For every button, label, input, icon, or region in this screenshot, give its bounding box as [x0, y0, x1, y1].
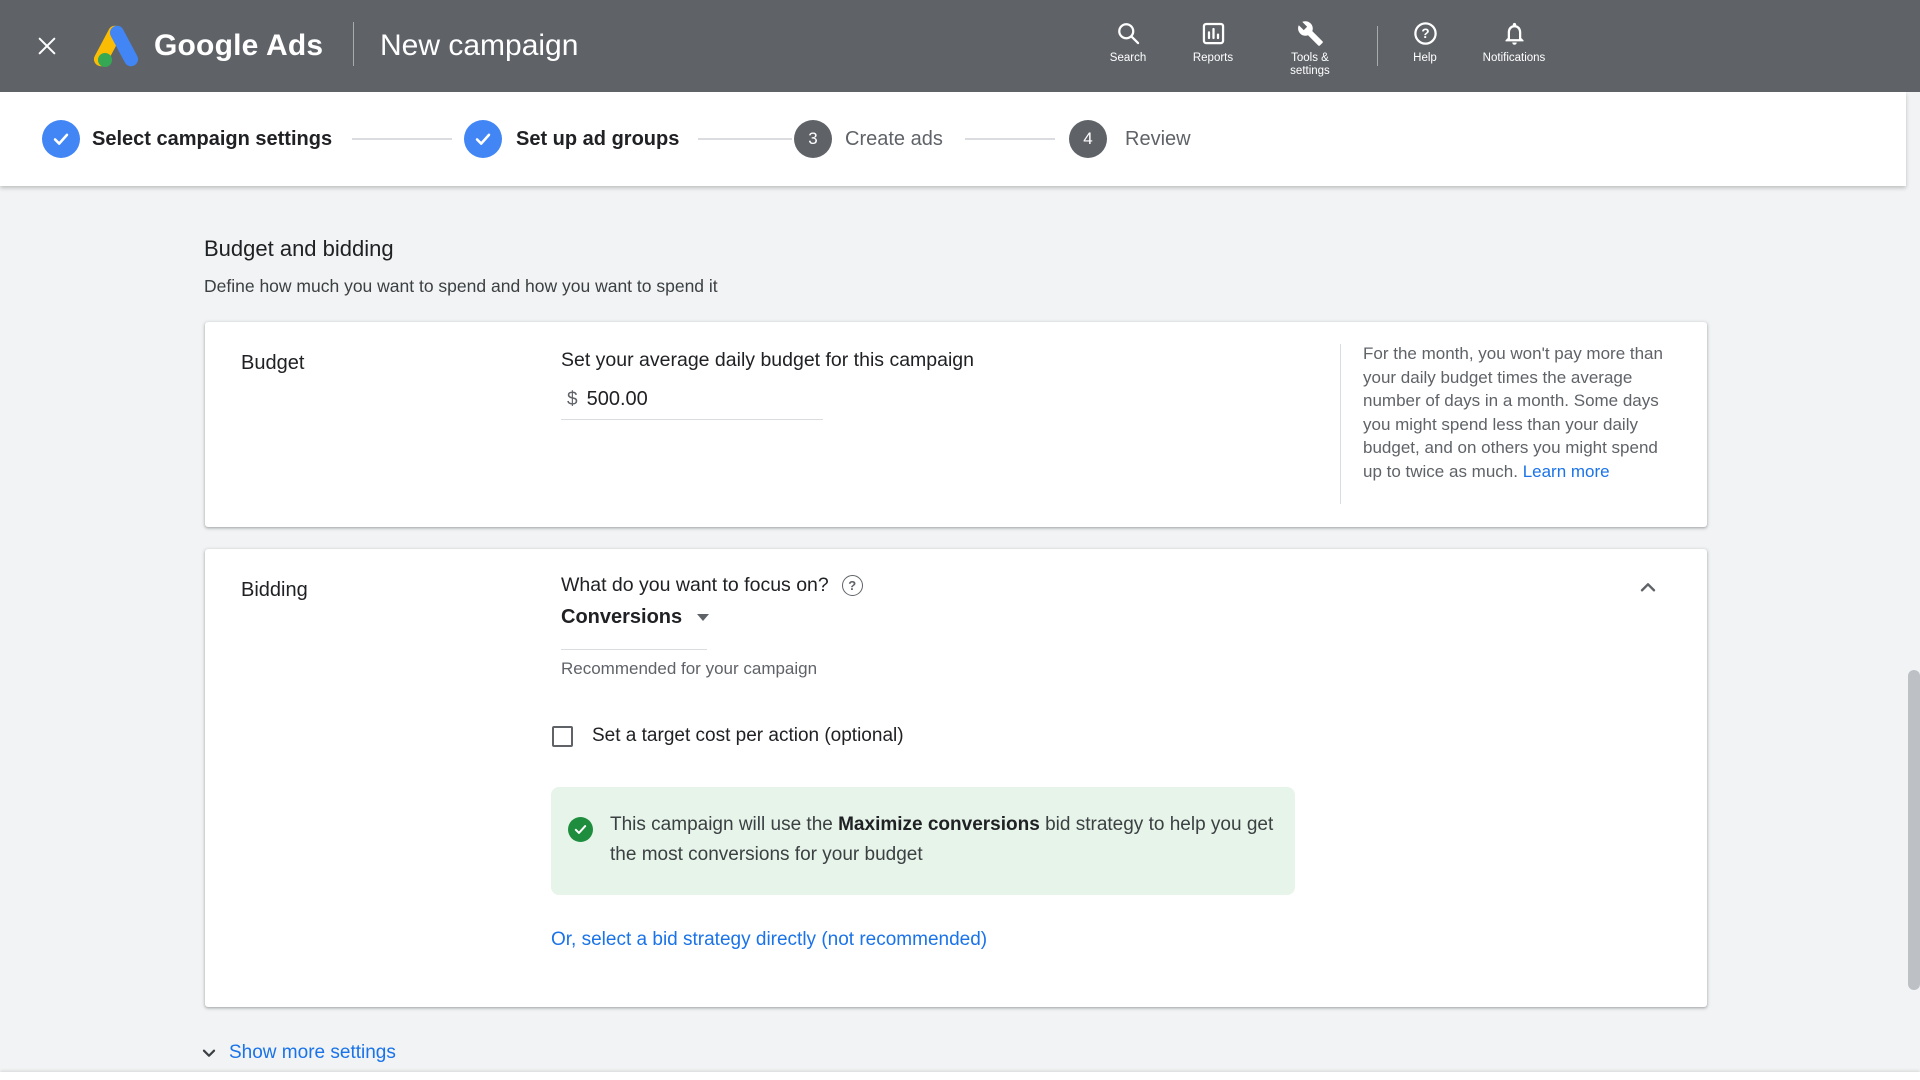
budget-card: Budget Set your average daily budget for…	[205, 322, 1707, 527]
notifications-label: Notifications	[1483, 52, 1546, 65]
reports-button[interactable]: Reports	[1178, 20, 1248, 65]
chevron-down-icon	[697, 614, 709, 621]
target-cpa-label: Set a target cost per action (optional)	[592, 725, 904, 747]
section-subtitle: Define how much you want to spend and ho…	[204, 276, 718, 297]
reports-icon	[1200, 20, 1227, 47]
callout-text-before: This campaign will use the	[610, 814, 838, 835]
focus-dropdown[interactable]: Conversions	[561, 606, 709, 629]
step-2-done-icon[interactable]	[464, 120, 502, 158]
bidding-card: Bidding What do you want to focus on? ? …	[205, 549, 1707, 1007]
step-3-label[interactable]: Create ads	[845, 125, 943, 153]
select-bid-strategy-link[interactable]: Or, select a bid strategy directly (not …	[551, 929, 987, 951]
daily-budget-input[interactable]	[587, 388, 787, 411]
help-label: Help	[1413, 52, 1437, 65]
bottom-bar	[0, 1072, 1920, 1080]
step-connector	[965, 138, 1055, 140]
target-cpa-checkbox[interactable]	[552, 726, 573, 747]
help-button[interactable]: ? Help	[1390, 20, 1460, 65]
google-ads-logo-icon	[92, 25, 140, 67]
step-3-number-icon[interactable]: 3	[794, 120, 832, 158]
campaign-stepper: Select campaign settings Set up ad group…	[0, 92, 1906, 186]
notifications-button[interactable]: Notifications	[1468, 20, 1560, 65]
collapse-section-button[interactable]	[1633, 572, 1663, 602]
step-2-label[interactable]: Set up ad groups	[516, 125, 679, 153]
currency-symbol: $	[567, 389, 578, 411]
dropdown-underline	[561, 649, 707, 650]
chevron-down-icon	[198, 1042, 220, 1064]
app-bar: Google Ads New campaign Search Reports	[0, 0, 1920, 92]
step-3-number: 3	[808, 129, 817, 149]
tools-settings-button[interactable]: Tools & settings	[1272, 20, 1348, 78]
budget-question: Set your average daily budget for this c…	[561, 349, 974, 372]
section-title: Budget and bidding	[204, 236, 394, 262]
scrollbar-thumb[interactable]	[1908, 670, 1920, 990]
check-circle-icon	[568, 817, 593, 842]
page-title: New campaign	[380, 25, 578, 67]
budget-row-label: Budget	[241, 352, 304, 375]
show-more-settings-link[interactable]: Show more settings	[198, 1042, 396, 1064]
bidding-question: What do you want to focus on?	[561, 574, 829, 597]
show-more-settings-label: Show more settings	[229, 1042, 396, 1064]
step-1-done-icon[interactable]	[42, 120, 80, 158]
search-button[interactable]: Search	[1093, 20, 1163, 65]
bidding-row-label: Bidding	[241, 579, 308, 602]
step-1-label[interactable]: Select campaign settings	[92, 125, 332, 153]
callout-text: This campaign will use the Maximize conv…	[610, 810, 1280, 870]
step-connector	[698, 138, 792, 140]
topbar-divider	[353, 22, 354, 66]
reports-label: Reports	[1193, 52, 1233, 65]
step-4-label[interactable]: Review	[1125, 125, 1191, 153]
topbar-divider	[1377, 26, 1378, 66]
wrench-icon	[1297, 20, 1324, 47]
help-panel-divider	[1340, 344, 1341, 504]
chevron-up-icon	[1635, 574, 1661, 600]
learn-more-link[interactable]: Learn more	[1523, 462, 1610, 481]
budget-help-body: For the month, you won't pay more than y…	[1363, 344, 1663, 481]
daily-budget-field[interactable]: $	[561, 384, 823, 420]
step-connector	[352, 138, 452, 140]
budget-help-text: For the month, you won't pay more than y…	[1363, 342, 1671, 483]
bid-strategy-callout: This campaign will use the Maximize conv…	[551, 787, 1295, 895]
svg-text:?: ?	[1421, 26, 1429, 41]
search-label: Search	[1110, 52, 1146, 65]
focus-selected-value: Conversions	[561, 606, 682, 629]
close-icon[interactable]	[32, 31, 62, 61]
recommendation-note: Recommended for your campaign	[561, 659, 817, 679]
search-icon	[1115, 20, 1142, 47]
step-4-number-icon[interactable]: 4	[1069, 120, 1107, 158]
target-cpa-row: Set a target cost per action (optional)	[552, 725, 904, 747]
brand-title: Google Ads	[154, 25, 323, 67]
help-tooltip-icon[interactable]: ?	[842, 575, 863, 596]
bell-icon	[1501, 20, 1528, 47]
tools-settings-label: Tools & settings	[1284, 52, 1336, 78]
callout-strategy-name: Maximize conversions	[838, 814, 1040, 835]
help-icon: ?	[1412, 20, 1439, 47]
step-4-number: 4	[1083, 129, 1092, 149]
